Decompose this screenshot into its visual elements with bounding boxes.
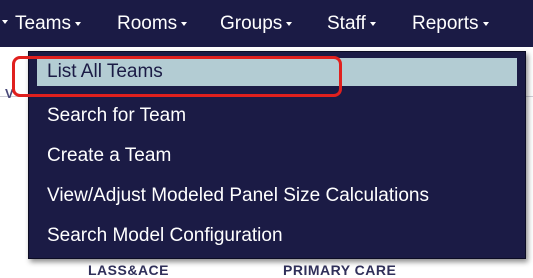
nav-menu-staff[interactable]: Staff xyxy=(327,11,376,37)
page-partial-text-bottom-left: LASS&ACE xyxy=(88,262,170,278)
chevron-down-icon xyxy=(181,22,188,26)
nav-overflow-caret-icon[interactable] xyxy=(2,20,8,24)
chevron-down-icon xyxy=(369,22,376,26)
menu-item-view-adjust-panel-size[interactable]: View/Adjust Modeled Panel Size Calculati… xyxy=(29,176,525,216)
nav-menu-label: Staff xyxy=(327,13,366,34)
chevron-down-icon xyxy=(286,22,293,26)
nav-menu-groups[interactable]: Groups xyxy=(220,11,293,37)
chevron-down-icon xyxy=(74,22,81,26)
nav-menu-label: Groups xyxy=(220,13,283,34)
nav-menu-label: Reports xyxy=(412,13,479,34)
top-navbar: Teams Rooms Groups Staff Reports xyxy=(0,0,533,47)
nav-menu-label: Teams xyxy=(15,13,71,34)
page-partial-text-bottom-right: PRIMARY CARE xyxy=(283,262,397,278)
nav-menu-teams[interactable]: Teams xyxy=(15,11,81,37)
nav-menu-rooms[interactable]: Rooms xyxy=(117,11,188,37)
menu-item-create-a-team[interactable]: Create a Team xyxy=(29,136,525,176)
highlight-annotation-ring xyxy=(12,56,342,97)
chevron-down-icon xyxy=(482,22,489,26)
menu-item-search-for-team[interactable]: Search for Team xyxy=(29,96,525,136)
menu-item-search-model-configuration[interactable]: Search Model Configuration xyxy=(29,216,525,256)
nav-menu-reports[interactable]: Reports xyxy=(412,11,489,37)
nav-menu-label: Rooms xyxy=(117,13,178,34)
